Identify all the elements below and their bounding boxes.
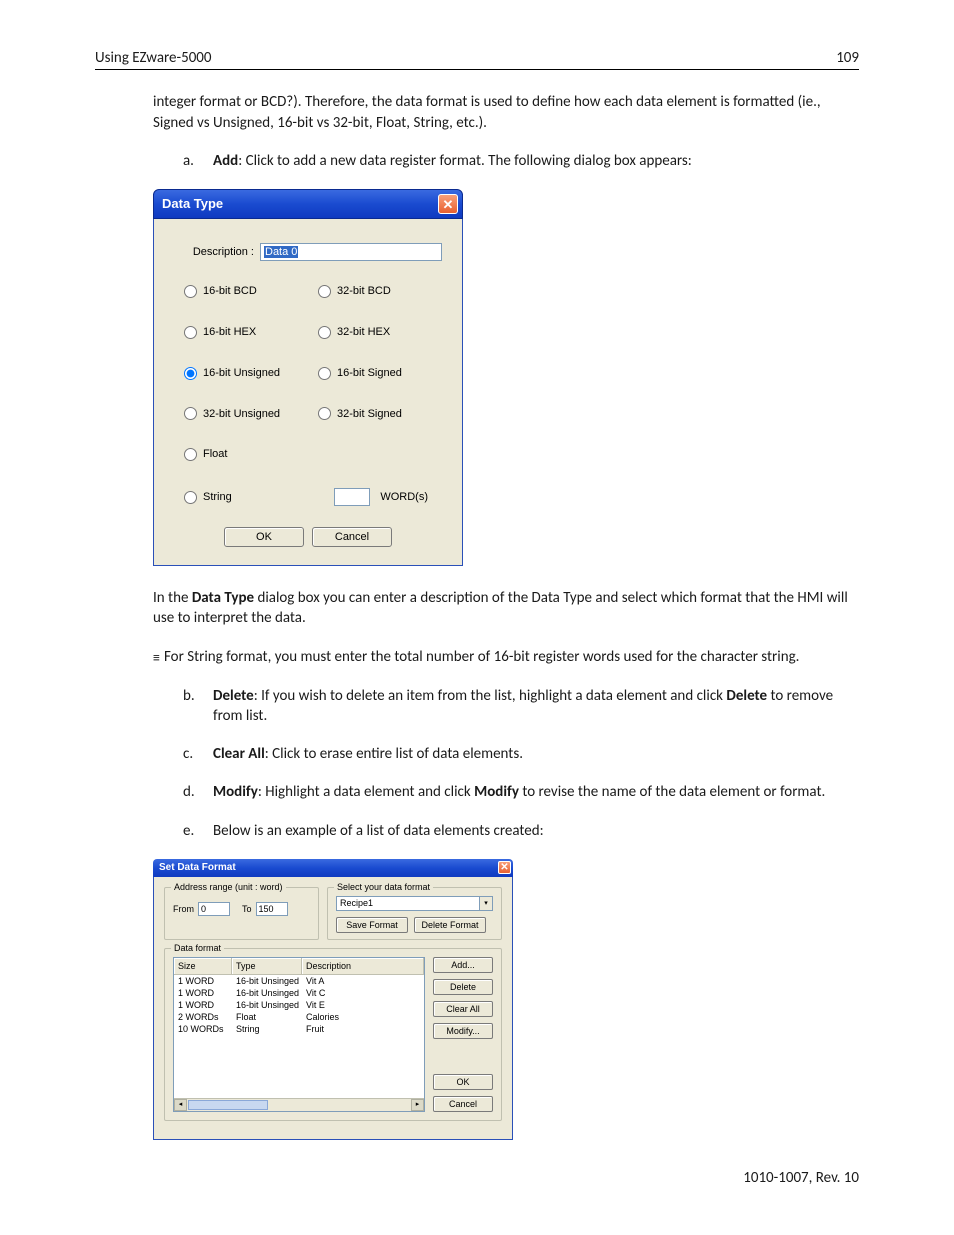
scroll-thumb[interactable] (188, 1100, 268, 1110)
dialog-titlebar[interactable]: Data Type ✕ (153, 189, 463, 219)
bold-modify-1: Modify (213, 783, 258, 801)
cancel-button[interactable]: Cancel (433, 1096, 493, 1112)
note-paragraph: ≡For String format, you must enter the t… (153, 647, 859, 668)
ok-button[interactable]: OK (433, 1074, 493, 1090)
radio-float[interactable]: Float (174, 447, 308, 462)
radio-16bit-unsigned[interactable]: 16-bit Unsigned (174, 366, 308, 381)
from-input[interactable] (198, 902, 230, 916)
radio-16bit-hex[interactable]: 16-bit HEX (174, 325, 308, 340)
address-range-legend: Address range (unit : word) (171, 881, 286, 893)
address-range-group: Address range (unit : word) From To (164, 887, 319, 940)
modify-button[interactable]: Modify... (433, 1023, 493, 1039)
mid-paragraph: In the Data Type dialog box you can ente… (153, 588, 859, 629)
data-format-list[interactable]: Size Type Description 1 WORD16-bit Unsin… (173, 957, 425, 1112)
list-item-d: d. Modify: Highlight a data element and … (183, 782, 859, 802)
description-label: Description : (174, 245, 254, 260)
close-icon[interactable]: ✕ (498, 861, 511, 874)
list-letter: a. (183, 151, 213, 171)
page-header: Using EZware-5000 109 (95, 48, 859, 70)
note-icon: ≡ (153, 649, 160, 668)
select-format-legend: Select your data format (334, 881, 433, 893)
to-input[interactable] (256, 902, 288, 916)
data-format-group: Data format Size Type Description 1 WORD… (164, 948, 502, 1121)
radio-16bit-signed[interactable]: 16-bit Signed (308, 366, 442, 381)
delete-format-button[interactable]: Delete Format (414, 917, 486, 933)
bold-modify-2: Modify (474, 783, 519, 801)
list-item-a: a. Add: Click to add a new data register… (183, 151, 859, 171)
col-description[interactable]: Description (302, 958, 424, 974)
close-icon[interactable]: ✕ (438, 194, 458, 214)
delete-button[interactable]: Delete (433, 979, 493, 995)
header-title: Using EZware-5000 (95, 48, 212, 68)
description-input[interactable]: Data 0 (260, 243, 442, 261)
words-input[interactable] (334, 488, 370, 506)
data-type-dialog: Data Type ✕ Description : Data 0 16-bit … (153, 189, 463, 566)
words-label: WORD(s) (380, 490, 428, 505)
list-body: Add: Click to add a new data register fo… (213, 151, 859, 171)
dialog2-titlebar[interactable]: Set Data Format ✕ (153, 859, 513, 877)
footer-text: 1010-1007, Rev. 10 (95, 1168, 859, 1188)
chevron-down-icon: ▾ (479, 897, 492, 910)
table-row: 1 WORD16-bit UnsingedVit E (174, 999, 424, 1011)
table-row: 1 WORD16-bit UnsingedVit A (174, 975, 424, 987)
radio-16bit-bcd[interactable]: 16-bit BCD (174, 284, 308, 299)
dialog2-body: Address range (unit : word) From To Sele… (153, 877, 513, 1140)
col-size[interactable]: Size (174, 958, 232, 974)
page-number: 109 (836, 48, 859, 68)
list-item-c: c. Clear All: Click to erase entire list… (183, 744, 859, 764)
list-item-b: b. Delete: If you wish to delete an item… (183, 686, 859, 727)
radio-32bit-bcd[interactable]: 32-bit BCD (308, 284, 442, 299)
bold-add: Add (213, 152, 238, 170)
radio-string[interactable]: String (174, 488, 308, 506)
list-header: Size Type Description (174, 958, 424, 975)
bold-data-type: Data Type (192, 589, 254, 607)
col-type[interactable]: Type (232, 958, 302, 974)
description-value: Data 0 (264, 246, 298, 258)
radio-32bit-unsigned[interactable]: 32-bit Unsigned (174, 407, 308, 422)
dropdown-value: Recipe1 (340, 897, 373, 909)
set-data-format-dialog: Set Data Format ✕ Address range (unit : … (153, 859, 513, 1140)
data-format-legend: Data format (171, 942, 224, 954)
format-dropdown[interactable]: Recipe1 ▾ (336, 896, 493, 911)
cancel-button[interactable]: Cancel (312, 527, 392, 547)
dialog-title: Data Type (162, 195, 223, 213)
table-row: 1 WORD16-bit UnsingedVit C (174, 987, 424, 999)
add-button[interactable]: Add... (433, 957, 493, 973)
description-row: Description : Data 0 (174, 243, 442, 261)
list-body[interactable]: 1 WORD16-bit UnsingedVit A 1 WORD16-bit … (174, 975, 424, 1098)
scroll-right-icon[interactable]: ▸ (411, 1099, 424, 1111)
intro-paragraph: integer format or BCD?). Therefore, the … (153, 92, 859, 133)
dialog-body: Description : Data 0 16-bit BCD 32-bit B… (153, 219, 463, 566)
dialog2-title: Set Data Format (159, 861, 236, 875)
table-row: 2 WORDsFloatCalories (174, 1011, 424, 1023)
side-buttons: Add... Delete Clear All Modify... OK Can… (433, 957, 493, 1112)
from-label: From (173, 903, 194, 915)
save-format-button[interactable]: Save Format (336, 917, 408, 933)
ok-button[interactable]: OK (224, 527, 304, 547)
select-format-group: Select your data format Recipe1 ▾ Save F… (327, 887, 502, 940)
list-item-e: e. Below is an example of a list of data… (183, 821, 859, 841)
empty-cell (308, 447, 442, 462)
bold-delete-2: Delete (726, 687, 767, 705)
radio-32bit-signed[interactable]: 32-bit Signed (308, 407, 442, 422)
horizontal-scrollbar[interactable]: ◂ ▸ (174, 1098, 424, 1111)
list-a-rest: : Click to add a new data register forma… (238, 152, 692, 170)
bold-clear-all: Clear All (213, 745, 265, 763)
scroll-left-icon[interactable]: ◂ (174, 1099, 187, 1111)
table-row: 10 WORDsStringFruit (174, 1023, 424, 1035)
radio-grid: 16-bit BCD 32-bit BCD 16-bit HEX 32-bit … (174, 271, 442, 519)
words-cell: WORD(s) (308, 488, 442, 506)
bold-delete-1: Delete (213, 687, 254, 705)
clear-all-button[interactable]: Clear All (433, 1001, 493, 1017)
radio-32bit-hex[interactable]: 32-bit HEX (308, 325, 442, 340)
to-label: To (242, 903, 252, 915)
